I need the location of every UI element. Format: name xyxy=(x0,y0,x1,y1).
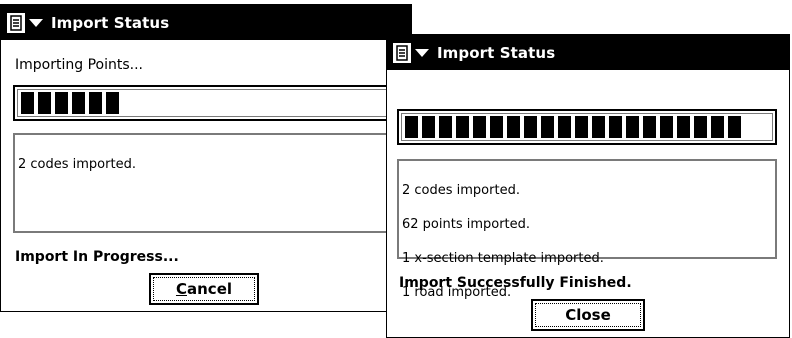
progress-bar xyxy=(13,85,403,121)
progress-segment xyxy=(72,92,85,114)
progress-segment xyxy=(643,116,656,138)
progress-message: Import In Progress... xyxy=(15,249,179,265)
import-status-dialog-finished: Import Status 2 codes imported. 62 point… xyxy=(386,34,790,338)
progress-segment xyxy=(660,116,673,138)
window-menu-icon[interactable] xyxy=(393,42,411,63)
progress-segment xyxy=(575,116,588,138)
title-bar: Import Status xyxy=(1,5,411,40)
import-status-dialog-in-progress: Import Status Importing Points... 2 code… xyxy=(0,4,412,312)
progress-segment xyxy=(422,116,435,138)
status-label: Importing Points... xyxy=(15,57,143,73)
log-line: 2 codes imported. xyxy=(402,183,520,198)
dropdown-arrow-icon[interactable] xyxy=(415,48,429,57)
progress-segment xyxy=(405,116,418,138)
cancel-button-label: Cancel xyxy=(175,280,233,298)
progress-segment xyxy=(507,116,520,138)
cancel-button[interactable]: Cancel xyxy=(149,273,259,305)
progress-segment xyxy=(473,116,486,138)
progress-segment xyxy=(711,116,724,138)
progress-segment xyxy=(38,92,51,114)
progress-segment xyxy=(456,116,469,138)
progress-segment xyxy=(677,116,690,138)
completion-message: Import Successfully Finished. xyxy=(399,275,632,291)
progress-bar xyxy=(397,109,777,145)
title-bar: Import Status xyxy=(387,35,789,70)
progress-segment xyxy=(89,92,102,114)
progress-segment xyxy=(439,116,452,138)
close-button-label: Close xyxy=(565,306,611,324)
progress-segment xyxy=(490,116,503,138)
dropdown-arrow-icon[interactable] xyxy=(29,18,43,27)
progress-segment xyxy=(558,116,571,138)
progress-segment xyxy=(694,116,707,138)
progress-segment xyxy=(592,116,605,138)
progress-segment xyxy=(728,116,741,138)
progress-segment xyxy=(626,116,639,138)
dialog-title: Import Status xyxy=(51,13,170,32)
import-log: 2 codes imported. xyxy=(13,133,403,233)
progress-segment xyxy=(21,92,34,114)
progress-segment xyxy=(541,116,554,138)
dialog-title: Import Status xyxy=(437,43,556,62)
progress-segment xyxy=(106,92,119,114)
log-line: 2 codes imported. xyxy=(18,157,136,172)
import-log: 2 codes imported. 62 points imported. 1 … xyxy=(397,159,777,300)
log-line: 1 x-section template imported. xyxy=(402,251,604,266)
window-menu-icon[interactable] xyxy=(7,12,25,33)
progress-segment xyxy=(55,92,68,114)
close-button[interactable]: Close xyxy=(531,299,645,331)
progress-segment xyxy=(609,116,622,138)
log-line: 62 points imported. xyxy=(402,217,531,232)
progress-segment xyxy=(524,116,537,138)
